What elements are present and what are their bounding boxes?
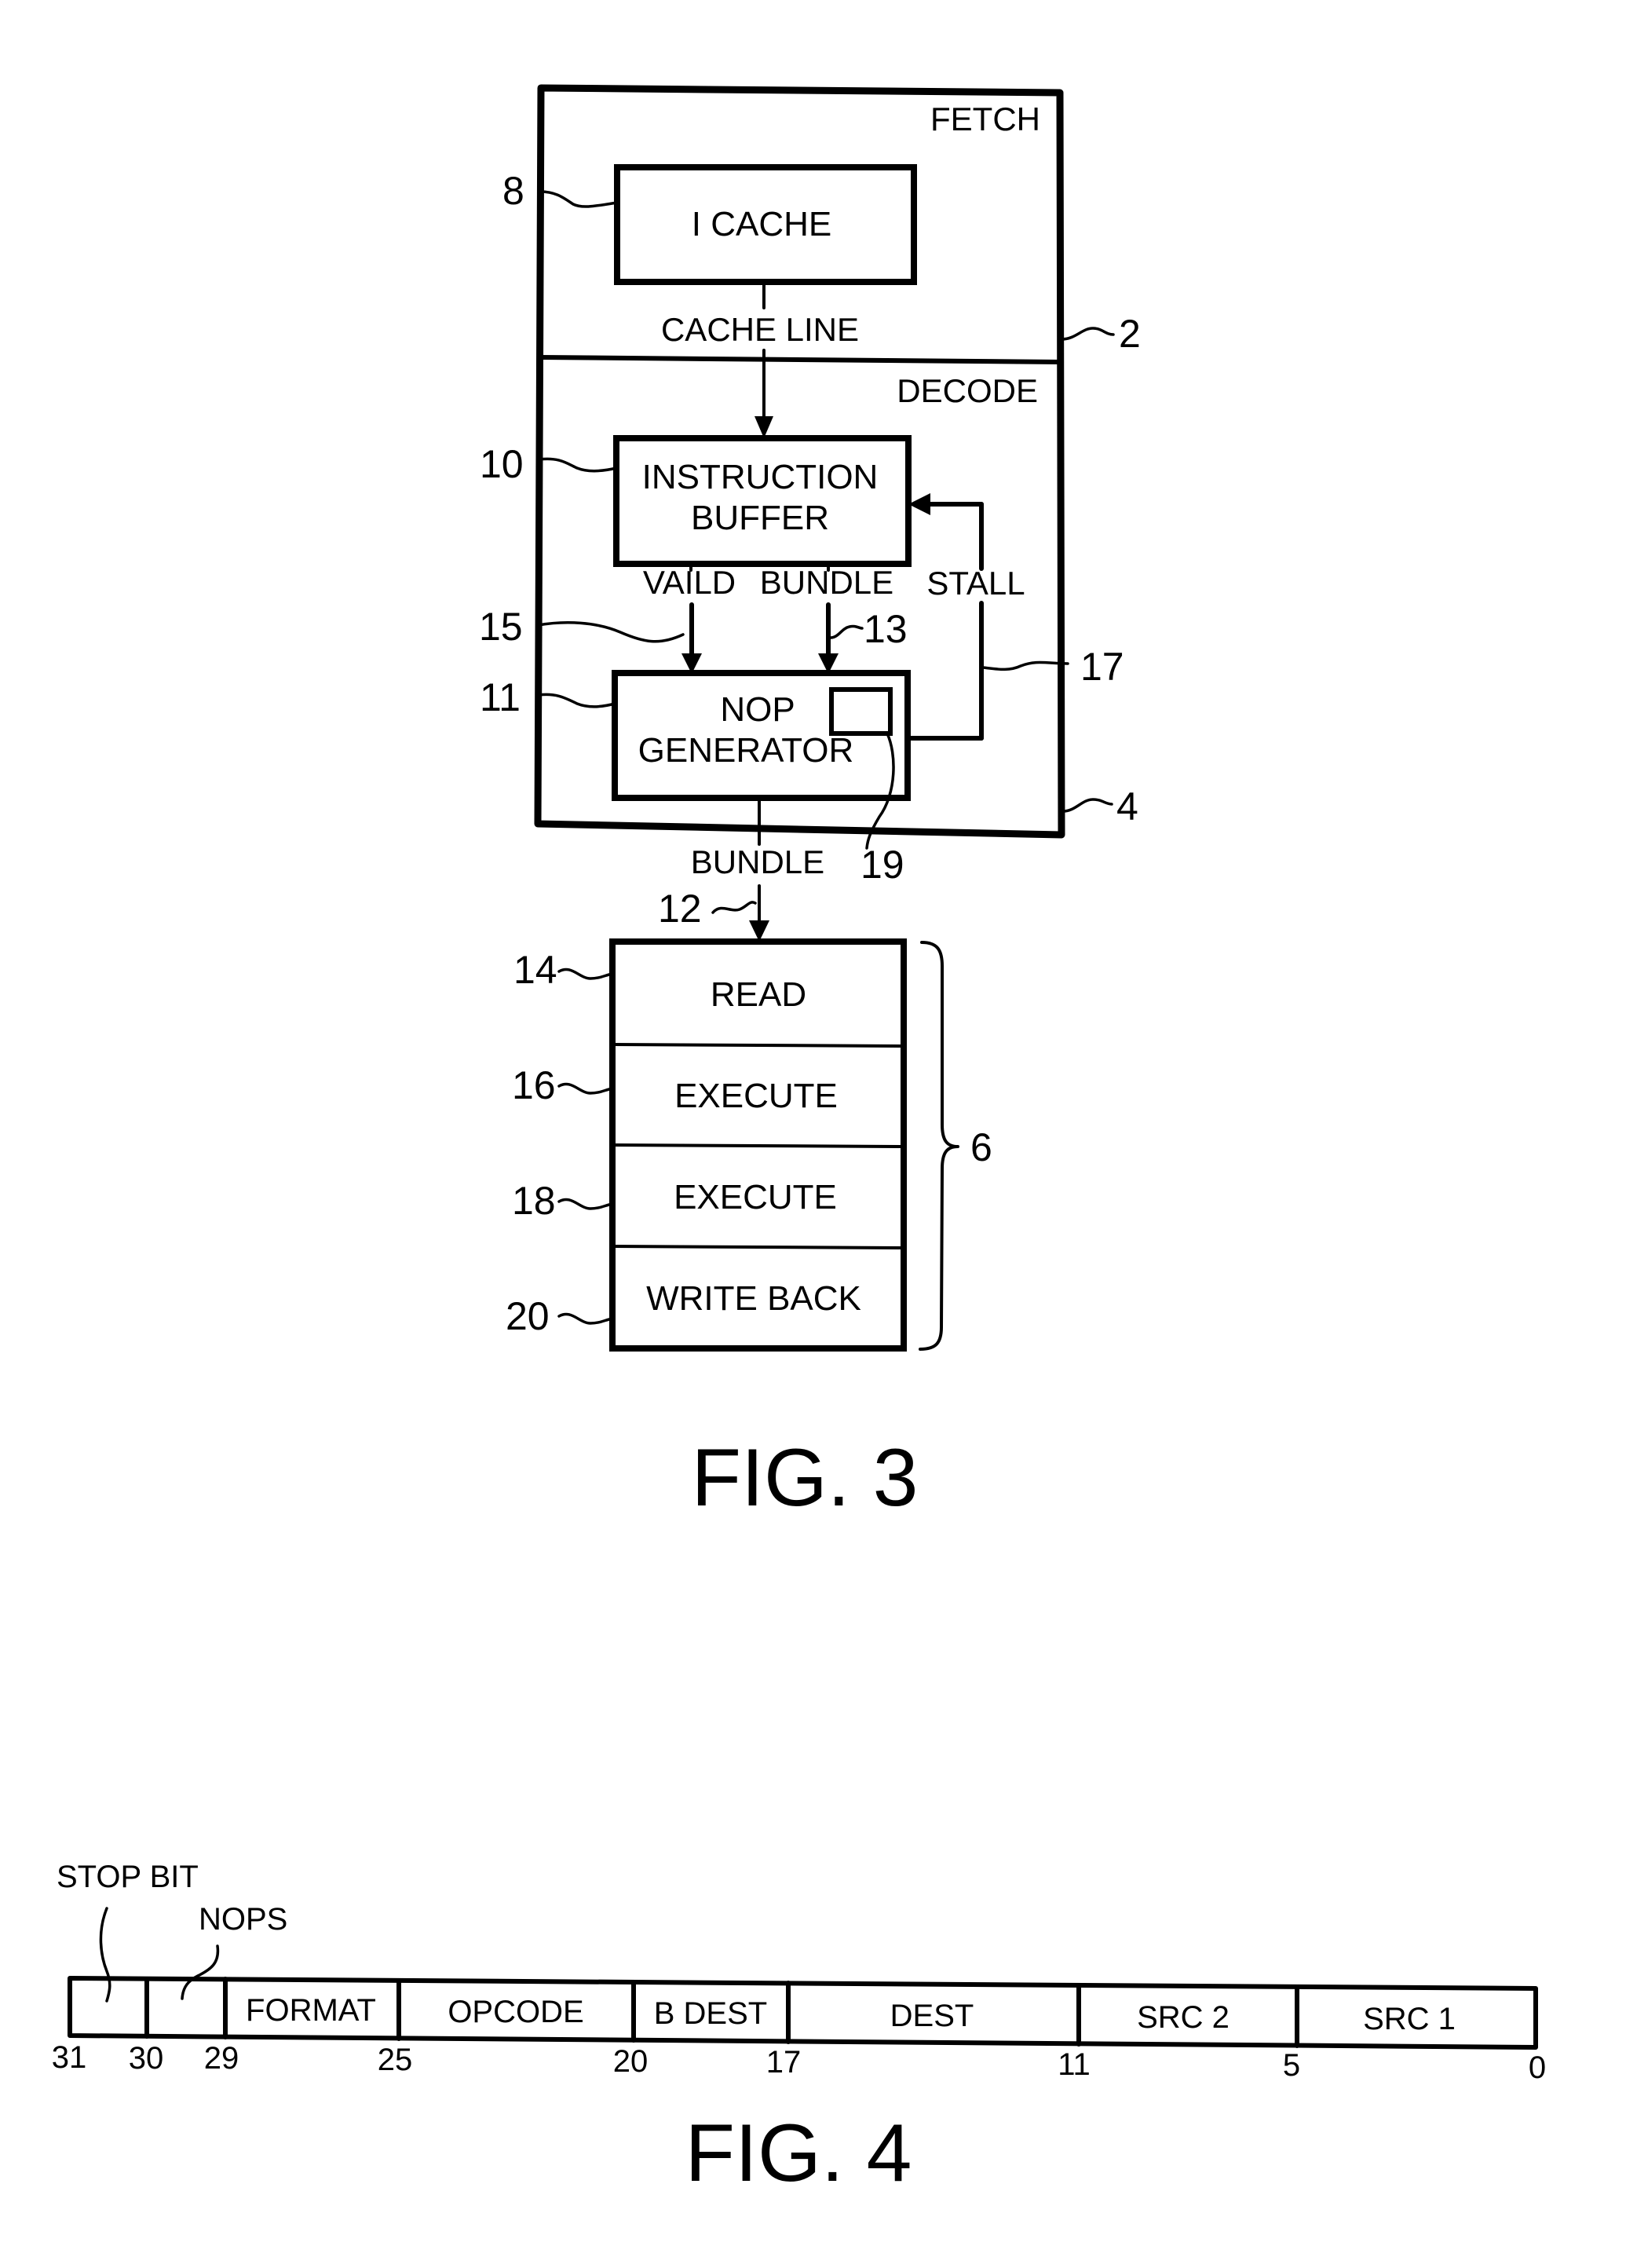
- ref-16-leader: [557, 1082, 614, 1095]
- pipeline-stage-read-label: READ: [711, 975, 806, 1014]
- bundle-out-arrowhead: [749, 920, 769, 942]
- ref-11-leader: [537, 693, 616, 708]
- stop-bit-leader: [99, 1907, 111, 2003]
- nop-generator-label-line2: GENERATOR: [638, 731, 854, 770]
- stall-signal-label: STALL: [926, 565, 1025, 602]
- pipeline-stage-execute2-label: EXECUTE: [674, 1178, 837, 1216]
- ref-10-leader: [538, 457, 618, 473]
- fetch-stage-ref: 2: [1119, 312, 1141, 356]
- cache-line-arrowhead: [755, 416, 773, 438]
- ref-2-leader: [1060, 327, 1115, 341]
- bit-label-31: 31: [52, 2040, 87, 2075]
- field-b-dest: B DEST: [654, 1996, 767, 2031]
- pipeline-stage-writeback-label: WRITE BACK: [646, 1279, 861, 1318]
- fetch-decode-divider: [538, 355, 1063, 364]
- bit-label-29: 29: [204, 2041, 239, 2076]
- nops-label: NOPS: [199, 1902, 287, 1937]
- pipeline-stage-execute1-ref: 16: [512, 1063, 556, 1107]
- pipeline-stage-execute2-ref: 18: [512, 1179, 556, 1223]
- pipeline-brace: [919, 941, 959, 1351]
- ref-18-leader: [557, 1198, 614, 1210]
- field-src1: SRC 1: [1363, 2002, 1456, 2036]
- instruction-buffer-label-line1: INSTRUCTION: [642, 458, 879, 496]
- pipeline-stage-execute1-label: EXECUTE: [674, 1077, 838, 1115]
- ref-12-leader: [711, 901, 757, 914]
- instruction-buffer-ref: 10: [480, 442, 524, 486]
- pipeline-divider-1: [611, 1043, 905, 1048]
- ref-13-leader: [829, 624, 864, 639]
- nop-counter-ref: 19: [861, 843, 904, 887]
- bundle-in-ref: 13: [864, 607, 908, 651]
- pipeline-ref: 6: [970, 1125, 992, 1169]
- ref-17-leader: [981, 660, 1069, 671]
- ref-8-leader: [539, 190, 619, 208]
- pipeline-divider-2: [611, 1143, 905, 1148]
- ref-15-leader: [537, 621, 685, 643]
- fig3: FETCH DECODE 2 4 I CACHE 8 CACHE LINE IN…: [479, 84, 1141, 1524]
- instruction-buffer-label-line2: BUFFER: [691, 499, 829, 537]
- stall-ref: 17: [1080, 645, 1124, 689]
- bit-label-20: 20: [613, 2044, 649, 2079]
- pipeline-stage-read-ref: 14: [513, 948, 557, 992]
- field-dest: DEST: [890, 1999, 974, 2033]
- valid-ref: 15: [479, 605, 523, 649]
- cache-line-label: CACHE LINE: [661, 311, 859, 348]
- bit-label-17: 17: [766, 2045, 802, 2080]
- bundle-out-label: BUNDLE: [691, 843, 824, 880]
- nop-counter-register: [829, 687, 893, 736]
- decode-stage-ref: 4: [1116, 785, 1138, 829]
- field-src2: SRC 2: [1137, 2000, 1230, 2035]
- stall-arrowhead: [908, 493, 930, 515]
- decode-stage-label: DECODE: [897, 372, 1038, 409]
- valid-signal-label: VAILD: [643, 564, 736, 601]
- icache-label: I CACHE: [692, 205, 831, 243]
- nops-leader: [181, 1944, 220, 2000]
- ref-20-leader: [557, 1312, 614, 1325]
- field-format: FORMAT: [246, 1993, 376, 2028]
- ref-4-leader: [1061, 798, 1113, 813]
- pipeline-divider-3: [611, 1245, 905, 1249]
- bit-label-11: 11: [1058, 2047, 1091, 2082]
- bit-label-30: 30: [129, 2041, 164, 2076]
- bit-label-5: 5: [1283, 2048, 1300, 2083]
- fig4: STOP BIT NOPS FORMAT OPCODE B DEST DEST …: [52, 1860, 1546, 2199]
- stop-bit-label: STOP BIT: [57, 1860, 199, 1894]
- fetch-stage-label: FETCH: [930, 101, 1040, 137]
- ref-14-leader: [557, 968, 614, 980]
- field-opcode: OPCODE: [448, 1995, 583, 2029]
- fig3-caption: FIG. 3: [692, 1432, 919, 1524]
- fig4-caption: FIG. 4: [685, 2108, 912, 2199]
- bit-label-0: 0: [1529, 2050, 1546, 2085]
- icache-ref: 8: [502, 169, 524, 213]
- nop-generator-ref: 11: [480, 675, 521, 719]
- bundle-out-ref: 12: [658, 887, 702, 931]
- bundle-signal-label: BUNDLE: [760, 564, 893, 601]
- pipeline-stage-writeback-ref: 20: [506, 1294, 550, 1338]
- patent-figure-sheet: FETCH DECODE 2 4 I CACHE 8 CACHE LINE IN…: [52, 84, 1546, 2199]
- nop-generator-label-line1: NOP: [720, 690, 795, 729]
- bit-label-25: 25: [378, 2043, 413, 2077]
